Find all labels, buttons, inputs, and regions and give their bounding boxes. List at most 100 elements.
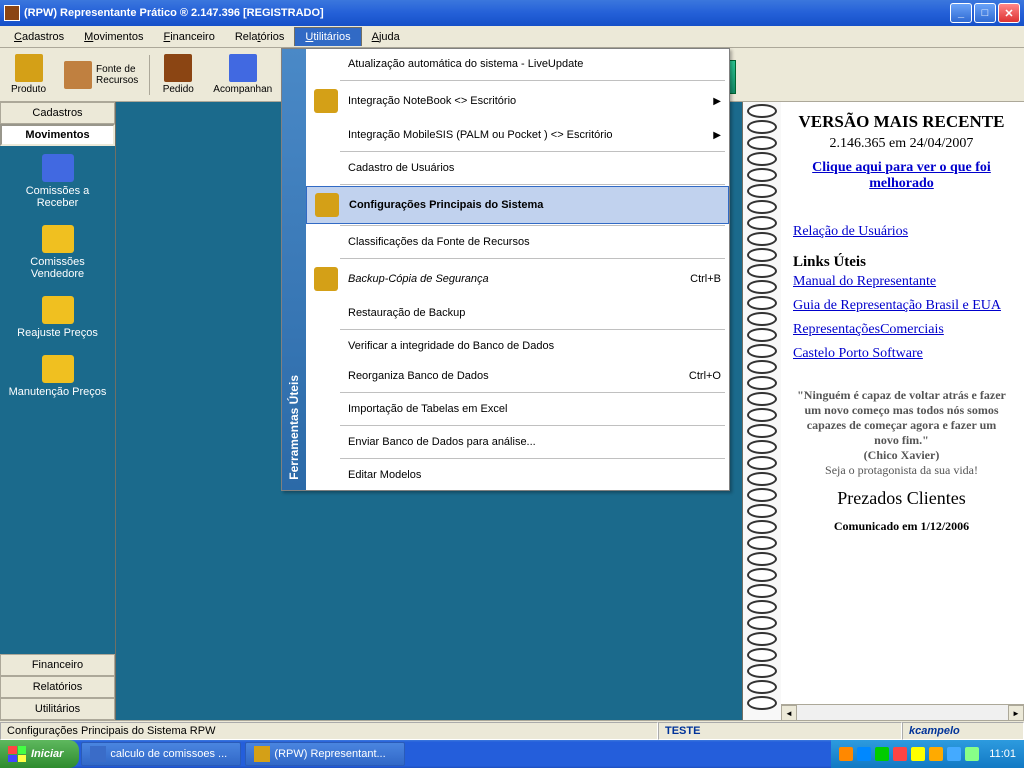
dropdown-item-1[interactable]: Integração NoteBook <> Escritório▶ <box>306 82 729 120</box>
dropdown-item-icon <box>314 334 338 358</box>
dropdown-sidebar: Ferramentas Úteis <box>282 49 306 490</box>
tray-icon-4[interactable] <box>893 747 907 761</box>
system-tray[interactable]: 11:01 <box>831 740 1024 768</box>
rp-quote: "Ninguém é capaz de voltar atrás e fazer… <box>793 388 1010 448</box>
dropdown-item-7[interactable]: Restauração de Backup <box>306 298 729 328</box>
dropdown-item-icon <box>314 430 338 454</box>
close-button[interactable]: ✕ <box>998 3 1020 23</box>
dropdown-item-4[interactable]: Configurações Principais do Sistema <box>306 186 729 224</box>
menu-financeiro[interactable]: Financeiro <box>153 28 224 46</box>
sidebar-item-reajuste-precos[interactable]: Reajuste Preços <box>0 288 115 347</box>
title-bar: (RPW) Representante Prático ® 2.147.396 … <box>0 0 1024 26</box>
rp-link-castelo[interactable]: Castelo Porto Software <box>793 346 1010 362</box>
dropdown-item-label: Backup-Cópia de Segurança <box>348 273 690 285</box>
dropdown-item-icon <box>314 156 338 180</box>
rp-quote-epilog: Seja o protagonista da sua vida! <box>793 463 1010 478</box>
tool-fonte-recursos[interactable]: Fonte de Recursos <box>57 50 145 100</box>
taskbar-item-1[interactable]: calculo de comissoes ... <box>81 742 241 766</box>
taskbar-item-2[interactable]: (RPW) Representant... <box>245 742 405 766</box>
dropdown-item-6[interactable]: Backup-Cópia de SegurançaCtrl+B <box>306 260 729 298</box>
dropdown-item-icon <box>314 301 338 325</box>
dropdown-item-icon <box>314 89 338 113</box>
menu-cadastros[interactable]: Cadastros <box>4 28 74 46</box>
app-icon <box>4 5 20 21</box>
dropdown-item-2[interactable]: Integração MobileSIS (PALM ou Pocket ) <… <box>306 120 729 150</box>
dropdown-item-0[interactable]: Atualização automática do sistema - Live… <box>306 49 729 79</box>
dropdown-item-label: Configurações Principais do Sistema <box>349 199 720 211</box>
dropdown-item-shortcut: Ctrl+O <box>689 370 721 382</box>
dropdown-item-label: Enviar Banco de Dados para análise... <box>348 436 721 448</box>
dropdown-item-icon <box>314 123 338 147</box>
rp-clients: Prezados Clientes <box>793 488 1010 509</box>
sidebar-item-manutencao-precos[interactable]: Manutenção Preços <box>0 347 115 406</box>
sidebar-tab-financeiro[interactable]: Financeiro <box>0 654 115 676</box>
dropdown-item-icon <box>315 193 339 217</box>
dropdown-item-12[interactable]: Editar Modelos <box>306 460 729 490</box>
status-user: kcampelo <box>902 722 1024 740</box>
sidebar-tab-cadastros[interactable]: Cadastros <box>0 102 115 124</box>
windows-flag-icon <box>8 746 26 762</box>
utilitarios-dropdown: Ferramentas Úteis Atualização automática… <box>281 48 730 491</box>
rp-links-title: Links Úteis <box>793 254 1010 271</box>
dropdown-item-label: Classificações da Fonte de Recursos <box>348 236 721 248</box>
sidebar-tab-movimentos[interactable]: Movimentos <box>0 124 115 146</box>
tool-produto[interactable]: Produto <box>4 50 53 100</box>
dropdown-item-icon <box>314 397 338 421</box>
rpw-icon <box>254 746 270 762</box>
minimize-button[interactable]: _ <box>950 3 972 23</box>
tool-acompanhar[interactable]: Acompanhan <box>206 50 279 100</box>
rp-version: 2.146.365 em 24/04/2007 <box>793 136 1010 152</box>
rp-link-repcom[interactable]: RepresentaçõesComerciais <box>793 322 1010 338</box>
dropdown-separator <box>340 329 725 330</box>
dropdown-separator <box>340 225 725 226</box>
rp-link-manual[interactable]: Manual do Representante <box>793 274 1010 290</box>
tool-pedido[interactable]: Pedido <box>154 50 202 100</box>
status-main: Configurações Principais do Sistema RPW <box>0 722 658 740</box>
status-bar: Configurações Principais do Sistema RPW … <box>0 720 1024 740</box>
dropdown-item-3[interactable]: Cadastro de Usuários <box>306 153 729 183</box>
scroll-left-icon[interactable]: ◄ <box>781 705 797 720</box>
menu-movimentos[interactable]: Movimentos <box>74 28 153 46</box>
tray-icon-3[interactable] <box>875 747 889 761</box>
sidebar-tab-utilitarios[interactable]: Utilitários <box>0 698 115 720</box>
sidebar-item-comissoes-vendedor[interactable]: Comissões Vendedore <box>0 217 115 288</box>
coins-icon <box>42 225 74 253</box>
tray-icon-6[interactable] <box>929 747 943 761</box>
dropdown-item-label: Importação de Tabelas em Excel <box>348 403 721 415</box>
menu-ajuda[interactable]: Ajuda <box>362 28 410 46</box>
rp-comm: Comunicado em 1/12/2006 <box>793 519 1010 534</box>
dropdown-item-label: Verificar a integridade do Banco de Dado… <box>348 340 721 352</box>
dropdown-item-10[interactable]: Importação de Tabelas em Excel <box>306 394 729 424</box>
dropdown-item-9[interactable]: Reorganiza Banco de DadosCtrl+O <box>306 361 729 391</box>
dropdown-item-label: Restauração de Backup <box>348 307 721 319</box>
sidebar-item-comissoes-receber[interactable]: Comissões a Receber <box>0 146 115 217</box>
scroll-right-icon[interactable]: ► <box>1008 705 1024 720</box>
tray-icon-2[interactable] <box>857 747 871 761</box>
status-teste: TESTE <box>658 722 902 740</box>
dropdown-item-label: Reorganiza Banco de Dados <box>348 370 689 382</box>
tray-icon-7[interactable] <box>947 747 961 761</box>
dropdown-item-label: Cadastro de Usuários <box>348 162 721 174</box>
dropdown-item-8[interactable]: Verificar a integridade do Banco de Dado… <box>306 331 729 361</box>
menu-relatorios[interactable]: Relatórios <box>225 28 295 46</box>
dropdown-item-icon <box>314 267 338 291</box>
rp-users-link[interactable]: Relação de Usuários <box>793 224 1010 240</box>
start-button[interactable]: Iniciar <box>0 740 79 768</box>
tray-icon-5[interactable] <box>911 747 925 761</box>
sidebar-tab-relatorios[interactable]: Relatórios <box>0 676 115 698</box>
rp-link-guia[interactable]: Guia de Representação Brasil e EUA <box>793 298 1010 314</box>
tray-icon-1[interactable] <box>839 747 853 761</box>
rp-whats-new-link[interactable]: Clique aqui para ver o que foi melhorado <box>793 160 1010 192</box>
dropdown-item-5[interactable]: Classificações da Fonte de Recursos <box>306 227 729 257</box>
tray-icon-8[interactable] <box>965 747 979 761</box>
produto-icon <box>15 54 43 82</box>
fonte-icon <box>64 61 92 89</box>
taskbar: Iniciar calculo de comissoes ... (RPW) R… <box>0 740 1024 768</box>
horizontal-scrollbar[interactable]: ◄ ► <box>781 704 1024 720</box>
maximize-button[interactable]: □ <box>974 3 996 23</box>
scroll-track[interactable] <box>797 705 1008 720</box>
dropdown-item-11[interactable]: Enviar Banco de Dados para análise... <box>306 427 729 457</box>
dropdown-separator <box>340 151 725 152</box>
dropdown-item-label: Integração NoteBook <> Escritório <box>348 95 713 107</box>
menu-utilitarios[interactable]: Utilitários <box>294 27 361 46</box>
